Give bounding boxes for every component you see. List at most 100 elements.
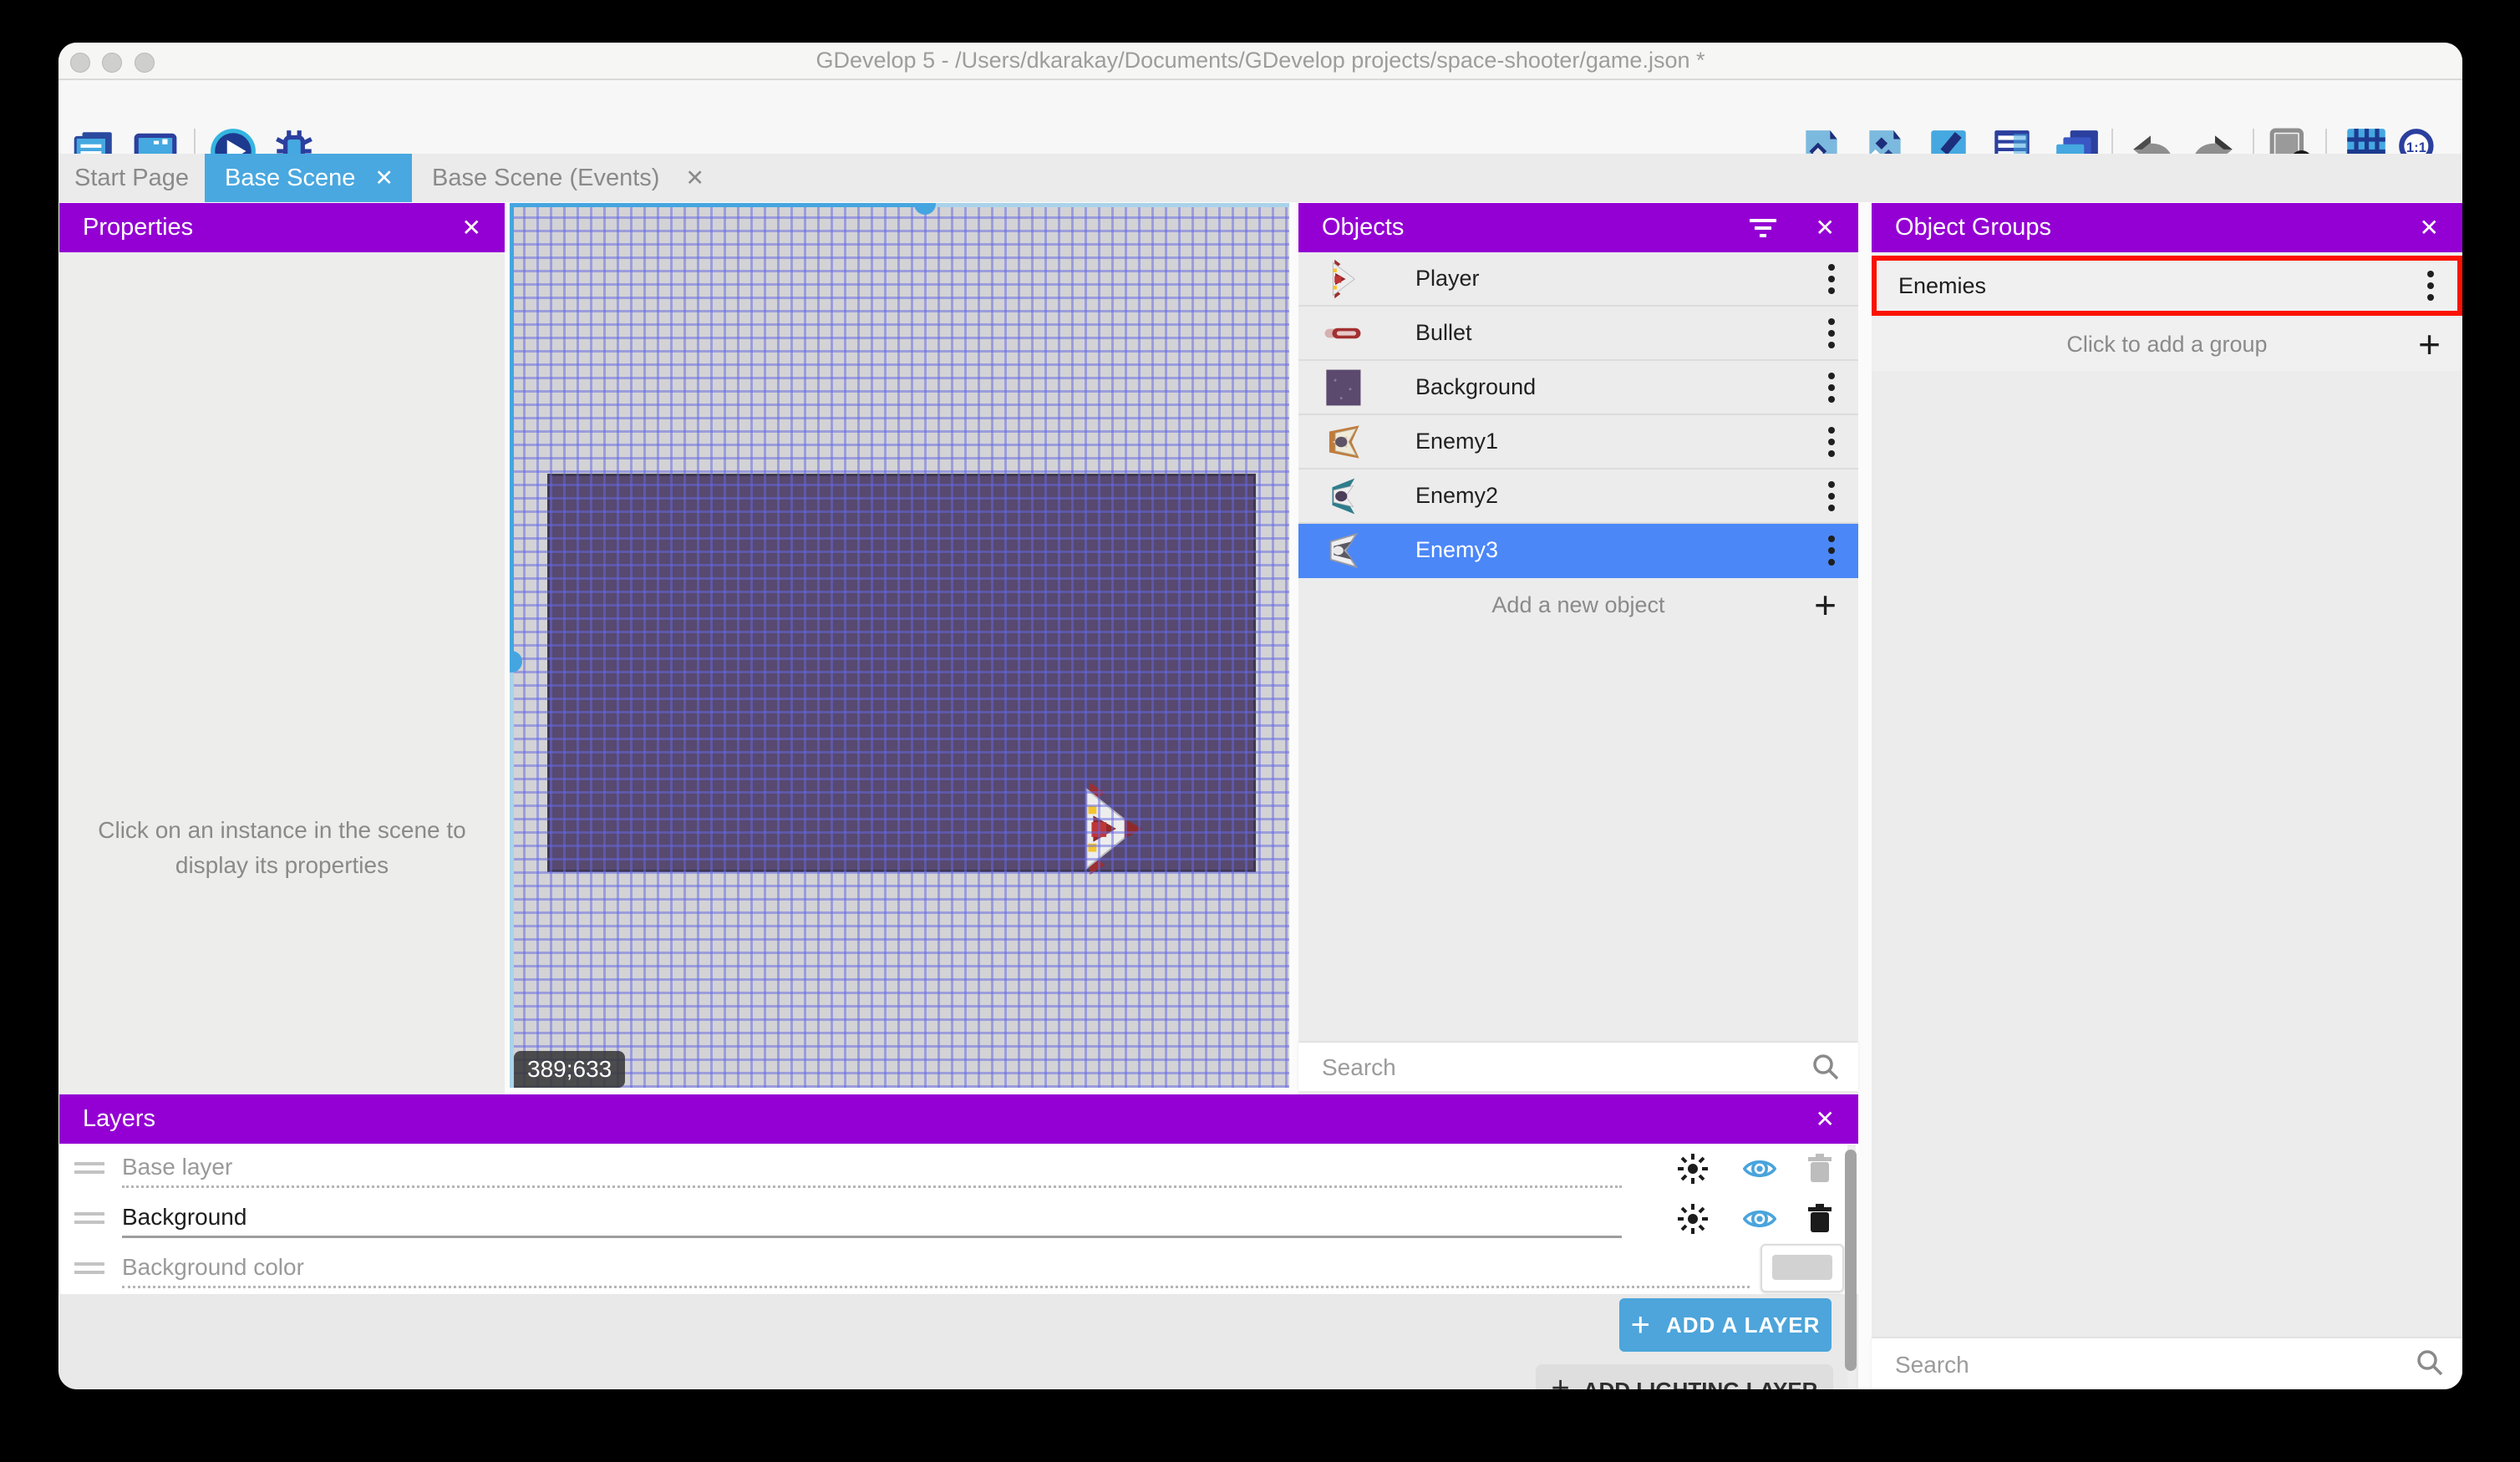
layers-scrollbar-thumb[interactable] — [1845, 1150, 1857, 1371]
object-menu-icon[interactable] — [1828, 373, 1835, 403]
object-label: Bullet — [1415, 320, 1472, 346]
horizontal-scroll-thumb[interactable] — [914, 203, 936, 215]
gdevelop-window: GDevelop 5 - /Users/dkarakay/Documents/G… — [58, 43, 2462, 1389]
object-row-player[interactable]: Player — [1298, 252, 1858, 307]
background-instance[interactable] — [547, 474, 1256, 872]
object-row-bullet[interactable]: Bullet — [1298, 307, 1858, 361]
add-group-label: Click to add a group — [1872, 332, 2462, 358]
properties-panel: Properties ✕ Click on an instance in the… — [59, 203, 505, 1094]
tab-base-scene-label: Base Scene — [225, 165, 355, 192]
objects-search-input[interactable] — [1298, 1043, 1771, 1093]
plus-icon: + — [1814, 586, 1837, 624]
field-underline — [122, 1185, 1622, 1188]
properties-empty-message: Click on an instance in the scene to dis… — [76, 813, 488, 883]
group-row-enemies-highlighted[interactable]: Enemies — [1872, 256, 2462, 316]
object-menu-icon[interactable] — [1828, 481, 1835, 511]
object-menu-icon[interactable] — [1828, 536, 1835, 566]
add-layer-label: ADD A LAYER — [1666, 1312, 1820, 1338]
drag-handle-icon[interactable] — [74, 1262, 104, 1276]
layer-row-base-layer[interactable]: Base layer — [59, 1144, 1858, 1194]
field-underline — [122, 1286, 1750, 1288]
object-row-background[interactable]: Background — [1298, 361, 1858, 415]
plus-icon: + — [1631, 1307, 1651, 1344]
add-lighting-layer-button[interactable]: + ADD LIGHTING LAYER — [1536, 1364, 1833, 1389]
layer-row-background[interactable]: Background — [59, 1194, 1858, 1244]
objects-panel-title: Objects — [1322, 214, 1404, 241]
object-groups-search — [1872, 1338, 2462, 1389]
search-icon — [1811, 1053, 1840, 1081]
object-label: Enemy2 — [1415, 483, 1498, 509]
editor-tab-bar: Start Page Base Scene ✕ Base Scene (Even… — [58, 154, 2462, 202]
object-groups-panel-title: Object Groups — [1895, 214, 2051, 241]
title-bar: GDevelop 5 - /Users/dkarakay/Documents/G… — [58, 43, 2462, 80]
tab-base-scene[interactable]: Base Scene ✕ — [205, 154, 412, 202]
search-icon — [2416, 1348, 2444, 1377]
objects-panel: Objects ✕ Player — [1298, 203, 1858, 1094]
layers-panel-title: Layers — [83, 1105, 155, 1133]
object-label: Background — [1415, 374, 1536, 400]
add-group-button[interactable]: Click to add a group + — [1872, 317, 2462, 371]
drag-handle-icon[interactable] — [74, 1212, 104, 1226]
vertical-scroll-fill — [510, 203, 514, 662]
add-new-object-button[interactable]: Add a new object + — [1298, 578, 1858, 632]
vertical-scroll-thumb[interactable] — [510, 651, 522, 673]
layer-row-background-color[interactable]: Background color — [59, 1244, 1858, 1294]
filter-icon[interactable] — [1747, 216, 1779, 241]
add-layer-button[interactable]: + ADD A LAYER — [1619, 1298, 1832, 1352]
window-title: GDevelop 5 - /Users/dkarakay/Documents/G… — [58, 43, 2462, 79]
properties-panel-title: Properties — [83, 214, 193, 241]
tab-base-scene-events-label: Base Scene (Events) — [432, 165, 659, 192]
group-menu-icon[interactable] — [2427, 271, 2434, 301]
object-row-enemy2[interactable]: Enemy2 — [1298, 470, 1858, 524]
bullet-object-icon — [1322, 312, 1364, 354]
cursor-coordinates-badge: 389;633 — [514, 1051, 625, 1088]
player-ship-instance[interactable] — [1078, 783, 1145, 875]
enemy3-object-icon — [1322, 530, 1364, 571]
tab-base-scene-events[interactable]: Base Scene (Events) ✕ — [412, 154, 729, 202]
background-object-icon — [1322, 367, 1364, 409]
scene-editor-canvas[interactable]: 389;633 — [510, 203, 1289, 1088]
tab-start-page-label: Start Page — [74, 165, 189, 192]
layer-visibility-icon[interactable] — [1743, 1152, 1776, 1185]
object-label: Enemy1 — [1415, 429, 1498, 454]
layer-visibility-icon[interactable] — [1743, 1202, 1776, 1236]
main-toolbar: 1:1 — [58, 80, 2462, 154]
object-row-enemy1[interactable]: Enemy1 — [1298, 415, 1858, 470]
object-menu-icon[interactable] — [1828, 427, 1835, 457]
object-menu-icon[interactable] — [1828, 264, 1835, 294]
plus-icon: + — [1552, 1378, 1570, 1389]
tab-start-page[interactable]: Start Page — [58, 154, 205, 202]
tab-close-icon[interactable]: ✕ — [374, 165, 394, 191]
object-groups-search-input[interactable] — [1872, 1338, 2370, 1389]
close-icon[interactable]: ✕ — [462, 214, 481, 241]
add-object-label: Add a new object — [1298, 592, 1858, 618]
close-icon[interactable]: ✕ — [1816, 1105, 1835, 1133]
layer-effects-icon[interactable] — [1676, 1152, 1710, 1185]
field-underline — [122, 1236, 1622, 1238]
layer-delete-icon-disabled — [1803, 1152, 1837, 1185]
layer-name: Background color — [122, 1254, 304, 1281]
object-label: Enemy3 — [1415, 537, 1498, 563]
objects-search — [1298, 1043, 1858, 1091]
group-label: Enemies — [1898, 273, 1986, 299]
object-row-enemy3-selected[interactable]: Enemy3 — [1298, 524, 1858, 578]
plus-icon: + — [2418, 325, 2441, 363]
horizontal-scroll-fill — [510, 203, 925, 207]
objects-list: Player Bullet Background — [1298, 252, 1858, 632]
tab-close-icon[interactable]: ✕ — [685, 165, 704, 191]
enemy1-object-icon — [1322, 421, 1364, 463]
close-icon[interactable]: ✕ — [1816, 214, 1835, 241]
layers-panel: Layers ✕ Base layer — [59, 1094, 1858, 1389]
close-icon[interactable]: ✕ — [2420, 214, 2439, 241]
layer-delete-icon[interactable] — [1803, 1202, 1837, 1236]
layer-name[interactable]: Background — [122, 1204, 246, 1231]
layers-list: Base layer — [59, 1144, 1858, 1294]
object-menu-icon[interactable] — [1828, 318, 1835, 348]
drag-handle-icon[interactable] — [74, 1162, 104, 1175]
player-object-icon — [1322, 258, 1364, 300]
add-lighting-layer-label: ADD LIGHTING LAYER — [1583, 1378, 1818, 1389]
layer-name[interactable]: Base layer — [122, 1154, 232, 1180]
layer-effects-icon[interactable] — [1676, 1202, 1710, 1236]
color-swatch-value — [1772, 1255, 1832, 1280]
background-color-swatch[interactable] — [1760, 1244, 1844, 1292]
